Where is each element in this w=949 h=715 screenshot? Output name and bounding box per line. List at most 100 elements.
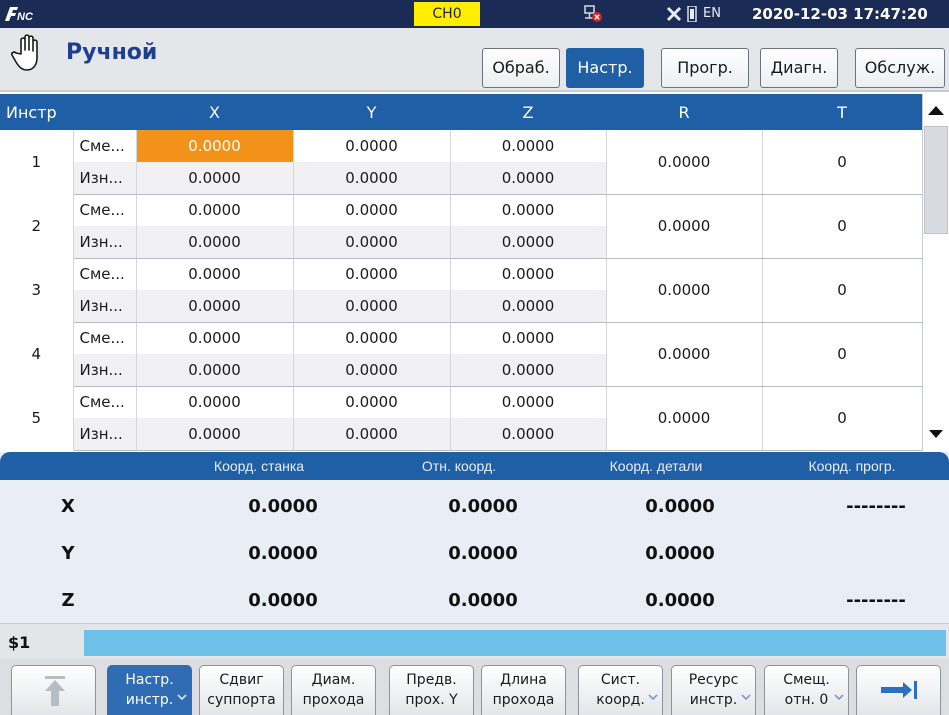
softkey-next-page[interactable]: [856, 665, 941, 715]
wear-x-cell[interactable]: 0.0000: [136, 354, 294, 387]
offset-x-cell[interactable]: 0.0000: [136, 386, 294, 418]
softkey-return-top[interactable]: [11, 665, 96, 715]
bar-icon: [687, 6, 697, 22]
softkey-pass-length[interactable]: Длина прохода: [481, 665, 566, 715]
wear-z-cell[interactable]: 0.0000: [450, 226, 607, 259]
tip-direction-cell[interactable]: 0: [762, 386, 923, 451]
tool-offset-row: 1 Сме... 0.0000 0.0000 0.0000 0.0000 0: [0, 130, 923, 195]
header-y: Y: [293, 94, 451, 130]
fnc-logo-icon: NC: [5, 7, 34, 23]
offset-x-cell[interactable]: 0.0000: [136, 258, 294, 290]
offset-x-cell[interactable]: 0.0000: [136, 130, 294, 162]
offset-type-label: Сме...: [73, 386, 137, 418]
tool-number: 4: [0, 322, 74, 386]
wear-z-cell[interactable]: 0.0000: [450, 290, 607, 323]
command-input[interactable]: [84, 630, 946, 656]
clock: 2020-12-03 17:47:20: [752, 5, 928, 23]
radius-cell[interactable]: 0.0000: [606, 386, 763, 451]
offset-y-cell[interactable]: 0.0000: [293, 386, 451, 418]
wear-y-cell[interactable]: 0.0000: [293, 290, 451, 323]
chevron-down-icon: [834, 694, 844, 701]
wear-y-cell[interactable]: 0.0000: [293, 226, 451, 259]
tab-setup[interactable]: Настр.: [566, 48, 644, 88]
offset-y-cell[interactable]: 0.0000: [293, 194, 451, 226]
wear-x-cell[interactable]: 0.0000: [136, 418, 294, 451]
wear-y-cell[interactable]: 0.0000: [293, 162, 451, 195]
offset-y-cell[interactable]: 0.0000: [293, 322, 451, 354]
offset-z-cell[interactable]: 0.0000: [450, 194, 607, 226]
offset-x-cell[interactable]: 0.0000: [136, 322, 294, 354]
language-indicator[interactable]: EN: [703, 4, 721, 24]
wear-x-cell[interactable]: 0.0000: [136, 162, 294, 195]
tool-number: 5: [0, 386, 74, 450]
softkey-label: суппорта: [207, 692, 276, 708]
softkey-pass-diameter[interactable]: Диам. прохода: [291, 665, 376, 715]
table-header-row: Инстр X Y Z R T: [0, 94, 923, 130]
softkey-preview-pass-y[interactable]: Предв. прох. Y: [389, 665, 474, 715]
wear-z-cell[interactable]: 0.0000: [450, 162, 607, 195]
coord-value: 0.0000: [248, 590, 318, 611]
coord-value: 0.0000: [645, 496, 715, 517]
offset-z-cell[interactable]: 0.0000: [450, 322, 607, 354]
tip-direction-cell[interactable]: 0: [762, 258, 923, 323]
softkey-label: Ресурс: [688, 672, 739, 688]
wear-z-cell[interactable]: 0.0000: [450, 418, 607, 451]
offset-z-cell[interactable]: 0.0000: [450, 386, 607, 418]
tab-service[interactable]: Обслуж.: [855, 48, 945, 88]
header-program-coords: Коорд. прогр.: [808, 458, 896, 474]
coord-value: --------: [846, 496, 906, 517]
softkey-tool-setup[interactable]: Настр. инстр.: [107, 665, 192, 715]
scroll-thumb[interactable]: [924, 126, 948, 234]
header-r: R: [606, 94, 763, 130]
radius-cell[interactable]: 0.0000: [606, 322, 763, 387]
table-scrollbar[interactable]: [922, 94, 949, 451]
tab-program[interactable]: Прогр.: [661, 48, 749, 88]
offset-x-cell[interactable]: 0.0000: [136, 194, 294, 226]
coord-value: --------: [846, 590, 906, 611]
wear-x-cell[interactable]: 0.0000: [136, 226, 294, 259]
offset-z-cell[interactable]: 0.0000: [450, 258, 607, 290]
tip-direction-cell[interactable]: 0: [762, 322, 923, 387]
command-prompt: $1: [8, 633, 31, 652]
tab-diagnostics[interactable]: Диагн.: [760, 48, 838, 88]
tool-offset-row: 4 Сме... 0.0000 0.0000 0.0000 0.0000 0: [0, 322, 923, 387]
softkey-label: прох. Y: [405, 692, 458, 708]
tab-processing[interactable]: Обраб.: [482, 48, 560, 88]
svg-text:NC: NC: [17, 11, 34, 23]
close-icon[interactable]: [664, 4, 684, 24]
tool-offset-table: Инстр X Y Z R T 1 Сме... 0.0000 0.0000 0.000…: [0, 94, 923, 451]
channel-indicator[interactable]: CH0: [414, 2, 480, 26]
header-tool: Инстр: [0, 94, 137, 130]
wear-type-label: Изн...: [73, 354, 137, 387]
header-x: X: [136, 94, 294, 130]
tip-direction-cell[interactable]: 0: [762, 130, 923, 195]
radius-cell[interactable]: 0.0000: [606, 194, 763, 259]
tip-direction-cell[interactable]: 0: [762, 194, 923, 259]
softkey-tool-life[interactable]: Ресурс инстр.: [671, 665, 756, 715]
offset-type-label: Сме...: [73, 194, 137, 226]
radius-cell[interactable]: 0.0000: [606, 130, 763, 195]
offset-z-cell[interactable]: 0.0000: [450, 130, 607, 162]
header-workpiece-coords: Коорд. детали: [609, 458, 703, 474]
coord-value: 0.0000: [645, 543, 715, 564]
softkey-coordinate-system[interactable]: Сист. коорд.: [578, 665, 663, 715]
scroll-up-arrow-icon[interactable]: [928, 106, 944, 115]
radius-cell[interactable]: 0.0000: [606, 258, 763, 323]
wear-z-cell[interactable]: 0.0000: [450, 354, 607, 387]
tool-offset-row: 2 Сме... 0.0000 0.0000 0.0000 0.0000 0: [0, 194, 923, 259]
offset-y-cell[interactable]: 0.0000: [293, 258, 451, 290]
softkey-carriage-shift[interactable]: Сдвиг суппорта: [199, 665, 284, 715]
wear-x-cell[interactable]: 0.0000: [136, 290, 294, 323]
softkey-relative-zero-offset[interactable]: Смещ. отн. 0: [764, 665, 849, 715]
offset-type-label: Сме...: [73, 130, 137, 162]
wear-y-cell[interactable]: 0.0000: [293, 418, 451, 451]
scroll-down-arrow-icon[interactable]: [929, 430, 943, 438]
offset-y-cell[interactable]: 0.0000: [293, 130, 451, 162]
softkey-bar: Настр. инстр. Сдвиг суппорта Диам. прохо…: [0, 659, 949, 715]
chevron-down-icon: [648, 694, 658, 701]
wear-y-cell[interactable]: 0.0000: [293, 354, 451, 387]
wear-type-label: Изн...: [73, 290, 137, 323]
command-line: $1: [0, 623, 949, 659]
softkey-label: Настр.: [125, 672, 174, 688]
chevron-down-icon: [177, 694, 187, 701]
